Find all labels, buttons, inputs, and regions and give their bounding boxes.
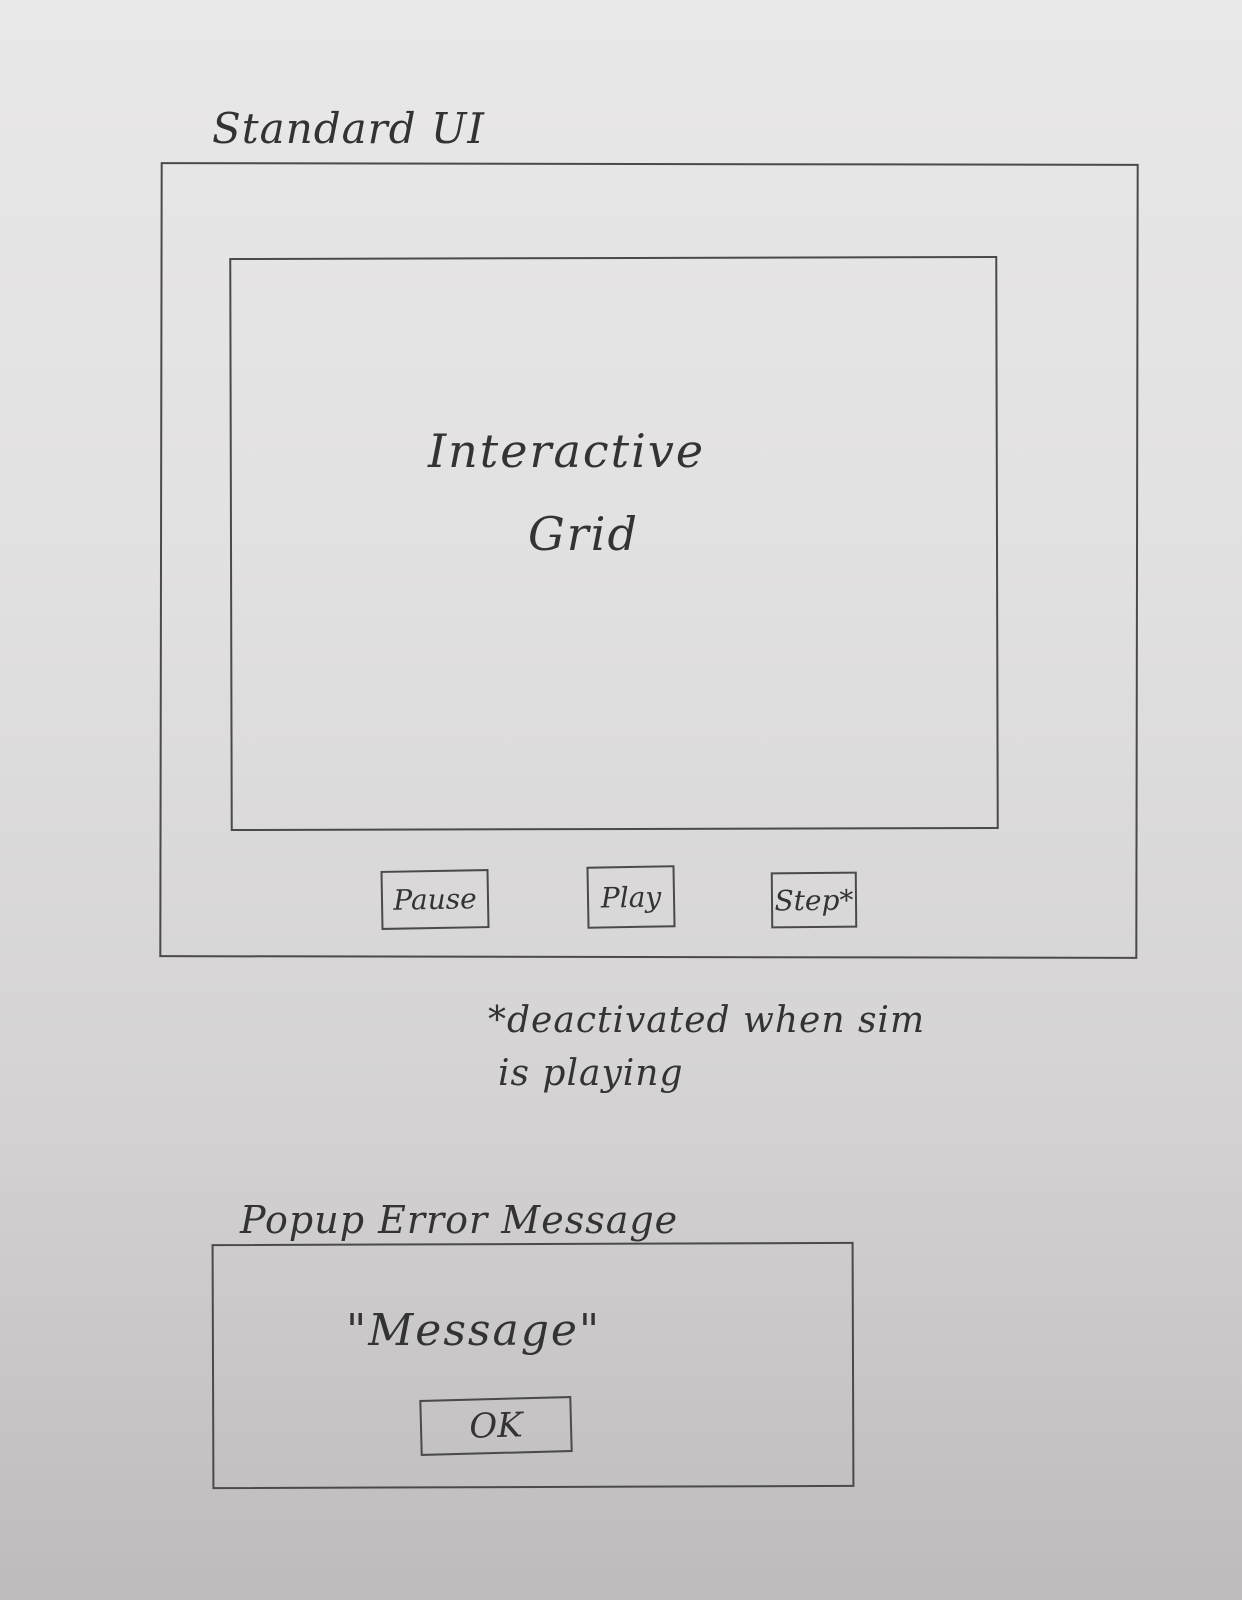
popup-message-text: "Message" [346,1305,602,1356]
ok-button[interactable]: OK [419,1396,573,1456]
step-button[interactable]: Step* [770,871,858,929]
grid-label-line2: Grid [528,507,639,561]
play-button[interactable]: Play [586,865,676,929]
step-footnote-line1: *deactivated when sim [488,1000,926,1041]
step-footnote-line2: is playing [498,1053,684,1094]
standard-ui-title: Standard UI [212,104,485,153]
popup-title: Popup Error Message [240,1198,679,1242]
pause-button[interactable]: Pause [380,869,490,930]
grid-label-line1: Interactive [428,424,706,478]
